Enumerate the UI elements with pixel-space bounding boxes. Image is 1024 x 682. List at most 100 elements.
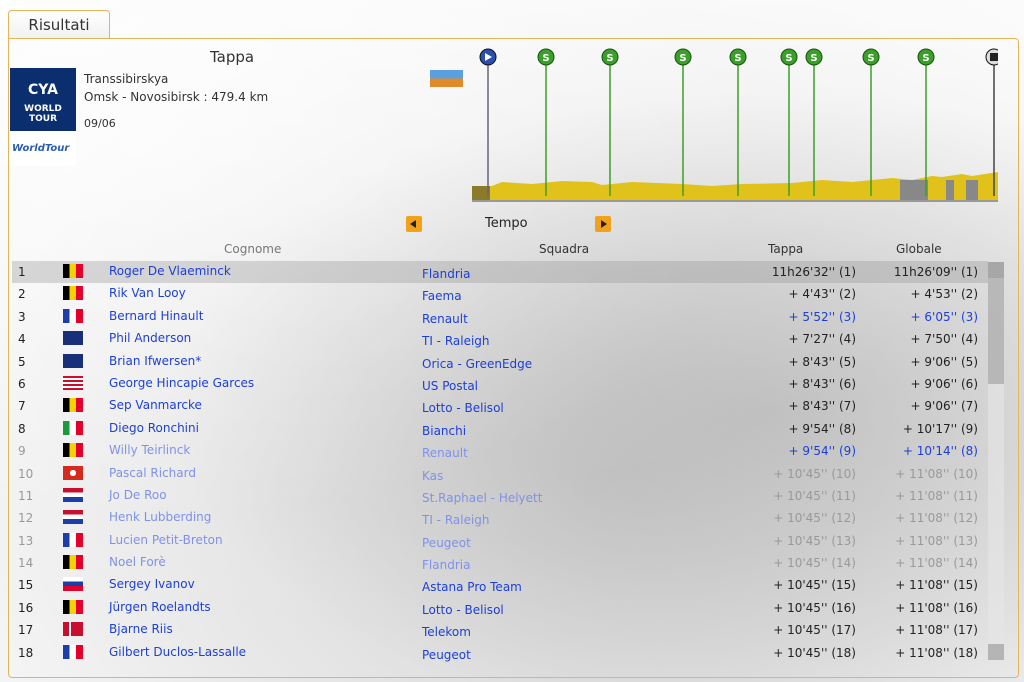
rider-name[interactable]: George Hincapie Garces [109, 376, 254, 390]
table-row[interactable]: 3 Bernard Hinault Renault + 5'52'' (3) + 6'0… [12, 306, 988, 328]
table-row[interactable]: 18 Gilbert Duclos-Lassalle Peugeot + 10'45'… [12, 642, 988, 664]
table-row[interactable]: 2 Rik Van Looy Faema + 4'43'' (2) + 4'53'' (… [12, 283, 988, 305]
rider-name[interactable]: Sergey Ivanov [109, 577, 195, 591]
next-sort-button[interactable] [595, 216, 611, 232]
scroll-down-button[interactable] [988, 644, 1004, 660]
stage-profile: SSSSSSSS [472, 48, 998, 202]
rider-name[interactable]: Willy Teirlinck [109, 443, 190, 457]
sprint-marker-label: S [679, 53, 686, 64]
stage-time: + 10'45'' (10) [773, 466, 856, 481]
header-cognome[interactable]: Cognome [224, 242, 281, 256]
scrollbar-thumb[interactable] [988, 262, 1004, 384]
overall-time: + 11'08'' (17) [895, 623, 978, 638]
rider-name[interactable]: Bernard Hinault [109, 309, 203, 323]
table-row[interactable]: 14 Noel Forè Flandria + 10'45'' (14) + 11'08… [12, 552, 988, 574]
table-row[interactable]: 9 Willy Teirlinck Renault + 9'54'' (9) + 10'… [12, 440, 988, 462]
table-row[interactable]: 5 Brian Ifwersen* Orica - GreenEdge + 8'43'… [12, 351, 988, 373]
team-name[interactable]: TI - Raleigh [422, 334, 490, 348]
rider-name[interactable]: Sep Vanmarcke [109, 398, 202, 412]
team-name[interactable]: Lotto - Belisol [422, 401, 504, 415]
team-name[interactable]: Lotto - Belisol [422, 603, 504, 617]
stage-time: + 10'45'' (13) [773, 533, 856, 548]
row-position: 2 [18, 287, 26, 302]
team-name[interactable]: Peugeot [422, 648, 471, 662]
row-position: 8 [18, 421, 26, 436]
header-squadra[interactable]: Squadra [539, 242, 589, 256]
row-position: 1 [18, 265, 26, 279]
overall-time: + 9'06'' (6) [910, 376, 978, 391]
rider-name[interactable]: Roger De Vlaeminck [109, 264, 231, 278]
rider-name[interactable]: Brian Ifwersen* [109, 354, 201, 368]
scroll-up-button[interactable] [988, 262, 1004, 278]
flag-icon [63, 353, 83, 368]
team-name[interactable]: Flandria [422, 558, 470, 572]
team-name[interactable]: TI - Raleigh [422, 513, 490, 527]
stage-time: + 10'45'' (14) [773, 556, 856, 571]
flag-icon [63, 555, 83, 570]
profile-block-1 [900, 180, 928, 202]
prev-sort-button[interactable] [406, 216, 422, 232]
table-row[interactable]: 16 Jürgen Roelandts Lotto - Belisol + 10'45… [12, 597, 988, 619]
team-name[interactable]: Faema [422, 289, 462, 303]
sprint-marker-label: S [922, 53, 929, 64]
table-row[interactable]: 12 Henk Lubberding TI - Raleigh + 10'45'' (… [12, 507, 988, 529]
rider-name[interactable]: Jo De Roo [109, 488, 167, 502]
table-row[interactable]: 6 George Hincapie Garces US Postal + 8'43''… [12, 373, 988, 395]
overall-time: + 10'14'' (8) [902, 444, 978, 459]
rider-name[interactable]: Rik Van Looy [109, 286, 186, 300]
table-row[interactable]: 17 Bjarne Riis Telekom + 10'45'' (17) + 11'0… [12, 619, 988, 641]
overall-time: + 10'17'' (9) [902, 421, 978, 436]
flag-icon [63, 398, 83, 413]
stage-time: + 7'27'' (4) [788, 332, 856, 347]
rider-name[interactable]: Diego Ronchini [109, 421, 199, 435]
row-position: 12 [18, 511, 34, 526]
rider-name[interactable]: Gilbert Duclos-Lassalle [109, 645, 246, 659]
stage-time: + 4'43'' (2) [788, 287, 856, 302]
row-position: 11 [18, 488, 34, 503]
table-row[interactable]: 11 Jo De Roo St.Raphael - Helyett + 10'45''… [12, 485, 988, 507]
stage-time: + 8'43'' (5) [788, 354, 856, 369]
rider-name[interactable]: Jürgen Roelandts [109, 600, 211, 614]
tab-risultati[interactable]: Risultati [8, 10, 110, 39]
team-name[interactable]: Renault [422, 446, 468, 460]
team-name[interactable]: St.Raphael - Helyett [422, 491, 542, 505]
team-name[interactable]: Flandria [422, 267, 470, 281]
team-name[interactable]: Astana Pro Team [422, 580, 522, 594]
table-row[interactable]: 13 Lucien Petit-Breton Peugeot + 10'45'' (1… [12, 530, 988, 552]
team-name[interactable]: US Postal [422, 379, 478, 393]
overall-time: + 11'08'' (15) [895, 578, 978, 593]
stage-time: + 10'45'' (16) [773, 600, 856, 615]
sprint-marker-label: S [606, 53, 613, 64]
team-name[interactable]: Bianchi [422, 424, 466, 438]
table-row[interactable]: 15 Sergey Ivanov Astana Pro Team + 10'45'' … [12, 574, 988, 596]
sprint-marker-label: S [810, 53, 817, 64]
stage-time: + 10'45'' (17) [773, 623, 856, 638]
table-row[interactable]: 4 Phil Anderson TI - Raleigh + 7'27'' (4) + … [12, 328, 988, 350]
header-tappa[interactable]: Tappa [768, 242, 803, 256]
profile-baseline [472, 200, 998, 202]
rider-name[interactable]: Bjarne Riis [109, 622, 173, 636]
stage-time: + 10'45'' (18) [773, 645, 856, 660]
stage-time: + 9'54'' (9) [788, 444, 856, 459]
stage-time: + 5'52'' (3) [788, 309, 856, 324]
profile-block-3 [966, 180, 978, 202]
rider-name[interactable]: Henk Lubberding [109, 510, 211, 524]
row-position: 3 [18, 309, 26, 324]
overall-time: + 11'08'' (13) [895, 533, 978, 548]
team-name[interactable]: Renault [422, 312, 468, 326]
table-row[interactable]: 10 Pascal Richard Kas + 10'45'' (10) + 11'08… [12, 463, 988, 485]
flag-icon [63, 331, 83, 346]
rider-name[interactable]: Lucien Petit-Breton [109, 533, 223, 547]
rider-name[interactable]: Noel Forè [109, 555, 166, 569]
table-row[interactable]: 8 Diego Ronchini Bianchi + 9'54'' (8) + 10'1… [12, 418, 988, 440]
table-row[interactable]: 7 Sep Vanmarcke Lotto - Belisol + 8'43'' (7… [12, 395, 988, 417]
team-name[interactable]: Orica - GreenEdge [422, 357, 532, 371]
team-name[interactable]: Peugeot [422, 536, 471, 550]
rider-name[interactable]: Phil Anderson [109, 331, 191, 345]
sprint-marker-label: S [734, 53, 741, 64]
table-row[interactable]: 1 Roger De Vlaeminck Flandria 11h26'32'' (1… [12, 261, 988, 284]
rider-name[interactable]: Pascal Richard [109, 466, 196, 480]
team-name[interactable]: Telekom [422, 625, 471, 639]
team-name[interactable]: Kas [422, 469, 443, 483]
header-globale[interactable]: Globale [896, 242, 942, 256]
